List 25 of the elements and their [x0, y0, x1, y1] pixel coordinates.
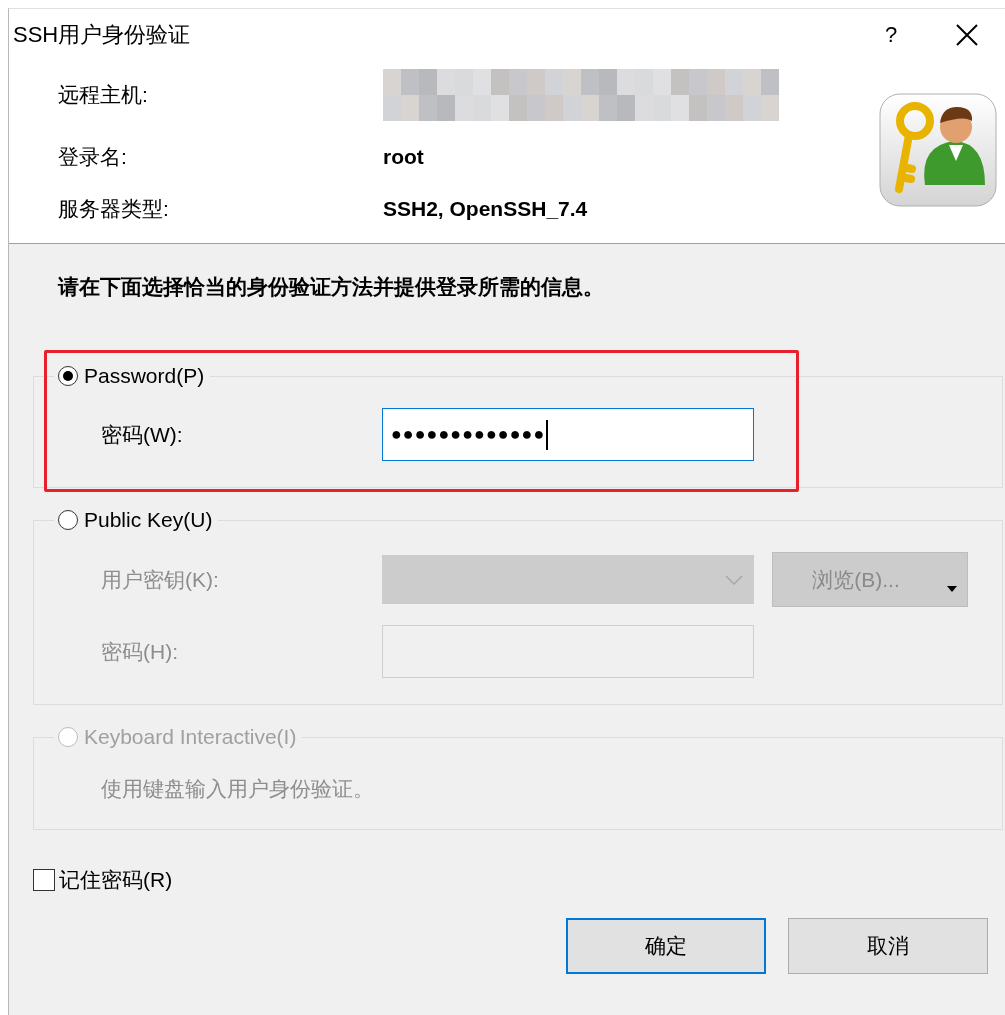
instruction-text: 请在下面选择恰当的身份验证方法并提供登录所需的信息。 — [58, 274, 605, 300]
dialog-button[interactable]: 确定 — [566, 918, 766, 974]
caret-icon — [947, 586, 957, 592]
password-field[interactable]: ●●●●●●●●●●●●● — [382, 408, 754, 461]
info-value: root — [383, 144, 425, 170]
field-label: 密码(W): — [101, 421, 184, 448]
field-label: 密码(H): — [101, 638, 179, 665]
info-label: 服务器类型: — [58, 196, 170, 222]
method-label[interactable]: Password(P) — [84, 364, 205, 388]
checkbox-label[interactable]: 记住密码(R) — [59, 866, 173, 894]
key-user-icon — [879, 93, 997, 207]
info-value: SSH2, OpenSSH_7.4 — [383, 196, 589, 222]
help-button[interactable]: ? — [879, 22, 903, 48]
dialog-button[interactable]: 取消 — [788, 918, 988, 974]
field-label: 用户密钥(K): — [101, 566, 220, 593]
close-icon[interactable] — [955, 23, 979, 47]
radio-button[interactable] — [58, 366, 78, 386]
info-label: 远程主机: — [58, 82, 149, 108]
info-label: 登录名: — [58, 144, 128, 170]
method-label[interactable]: Public Key(U) — [84, 508, 213, 532]
chevron-down-icon — [725, 574, 743, 585]
checkbox[interactable] — [33, 869, 55, 891]
window-title: SSH用户身份验证 — [13, 21, 192, 49]
method-description: 使用键盘输入用户身份验证。 — [101, 776, 375, 802]
radio-button[interactable] — [58, 510, 78, 530]
